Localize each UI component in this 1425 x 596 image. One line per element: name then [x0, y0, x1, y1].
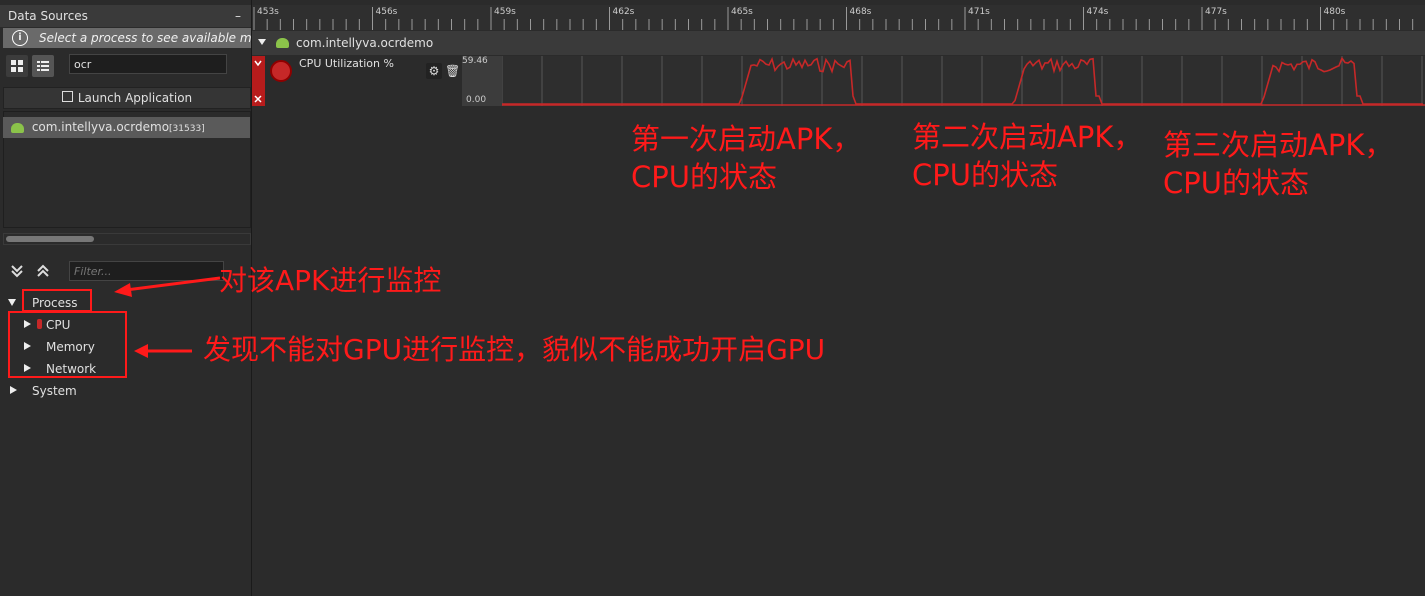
expand-arrow-icon[interactable] — [258, 39, 266, 45]
info-icon: i — [12, 30, 28, 46]
tree-item-system[interactable]: System — [0, 382, 250, 400]
process-name: com.intellyva.ocrdemo — [31, 120, 170, 134]
ruler-tick-label: 468s — [850, 7, 872, 17]
collapse-all-icon[interactable] — [34, 262, 52, 280]
external-link-icon — [61, 91, 73, 102]
collapsed-arrow-icon — [10, 386, 17, 394]
annotation-arrow-monitor — [114, 276, 221, 297]
annotation-second-launch: 第二次启动APK， CPU的状态 — [912, 118, 1142, 194]
ruler-tick-label: 480s — [1324, 7, 1346, 17]
tree-label: System — [32, 384, 77, 398]
annotation-monitor: 对该APK进行监控 — [219, 264, 442, 297]
list-icon — [37, 61, 49, 71]
gear-icon[interactable]: ⚙ — [426, 63, 442, 79]
ruler-tick-label: 465s — [731, 7, 753, 17]
ruler-tick-label: 459s — [494, 7, 516, 17]
y-scale: 59.46 0.00 — [462, 56, 502, 106]
ruler-ticks: 453s 456s 459s 462s 465s 468s 471s 474s 477s 480s — [253, 7, 1414, 30]
ruler-tick-label: 474s — [1087, 7, 1109, 17]
annotation-line: 第一次启动APK， — [631, 122, 862, 156]
expanded-arrow-icon — [8, 299, 16, 306]
timeline-ruler[interactable]: 453s 456s 459s 462s 465s 468s 471s 474s 477s 480s — [252, 5, 1425, 30]
annotation-line: 第二次启动APK， — [912, 120, 1143, 154]
highlight-metrics-box — [8, 311, 127, 378]
android-icon — [11, 122, 24, 133]
ruler-tick-label: 453s — [257, 7, 279, 17]
cpu-graph[interactable] — [502, 56, 1425, 106]
expand-all-icon[interactable] — [8, 262, 26, 280]
horizontal-scrollbar[interactable] — [3, 233, 251, 245]
android-icon — [276, 38, 289, 48]
panel-title: Data Sources — [8, 9, 88, 23]
process-pid: [31533] — [169, 124, 205, 134]
ruler-tick-label: 456s — [376, 7, 398, 17]
annotation-arrow-gpu — [134, 344, 192, 358]
ruler-tick-label: 477s — [1205, 7, 1227, 17]
annotation-third-launch: 第三次启动APK， CPU的状态 — [1163, 126, 1393, 202]
cpu-track: CPU Utilization % ⚙ 🗑 59.46 0.00 — [252, 56, 1425, 106]
scrollbar-thumb[interactable] — [6, 236, 94, 242]
y-max-label: 59.46 — [462, 56, 488, 66]
ruler-tick-label: 462s — [613, 7, 635, 17]
info-text: Select a process to see available met — [39, 31, 251, 45]
minimize-button[interactable]: – — [235, 5, 241, 27]
annotation-first-launch: 第一次启动APK， CPU的状态 — [631, 120, 861, 196]
trash-icon[interactable]: 🗑 — [445, 63, 460, 79]
app-name: com.intellyva.ocrdemo — [296, 36, 434, 50]
data-sources-header: Data Sources – — [0, 5, 251, 27]
app-header: com.intellyva.ocrdemo — [252, 31, 1425, 55]
launch-application-button[interactable]: Launch Application — [3, 87, 251, 109]
list-view-button[interactable] — [32, 55, 54, 77]
grid-view-button[interactable] — [6, 55, 28, 77]
grid-icon — [11, 60, 23, 72]
ruler-tick-label: 471s — [968, 7, 990, 17]
track-color-strip — [252, 56, 265, 106]
process-list-item[interactable]: com.intellyva.ocrdemo[31533] — [3, 117, 250, 138]
process-search-input[interactable] — [69, 54, 227, 74]
annotation-line: 第三次启动APK， — [1163, 128, 1394, 162]
launch-label: Launch Application — [77, 91, 193, 105]
track-label: CPU Utilization % — [299, 57, 394, 70]
record-button[interactable] — [270, 60, 292, 82]
y-min-label: 0.00 — [466, 95, 487, 105]
annotation-line: CPU的状态 — [1163, 166, 1309, 200]
annotation-gpu: 发现不能对GPU进行监控，貌似不能成功开启GPU — [203, 333, 826, 366]
annotation-line: CPU的状态 — [631, 160, 777, 194]
highlight-process-box — [22, 289, 92, 312]
info-bar: i Select a process to see available met — [3, 28, 251, 48]
annotation-line: CPU的状态 — [912, 158, 1058, 192]
